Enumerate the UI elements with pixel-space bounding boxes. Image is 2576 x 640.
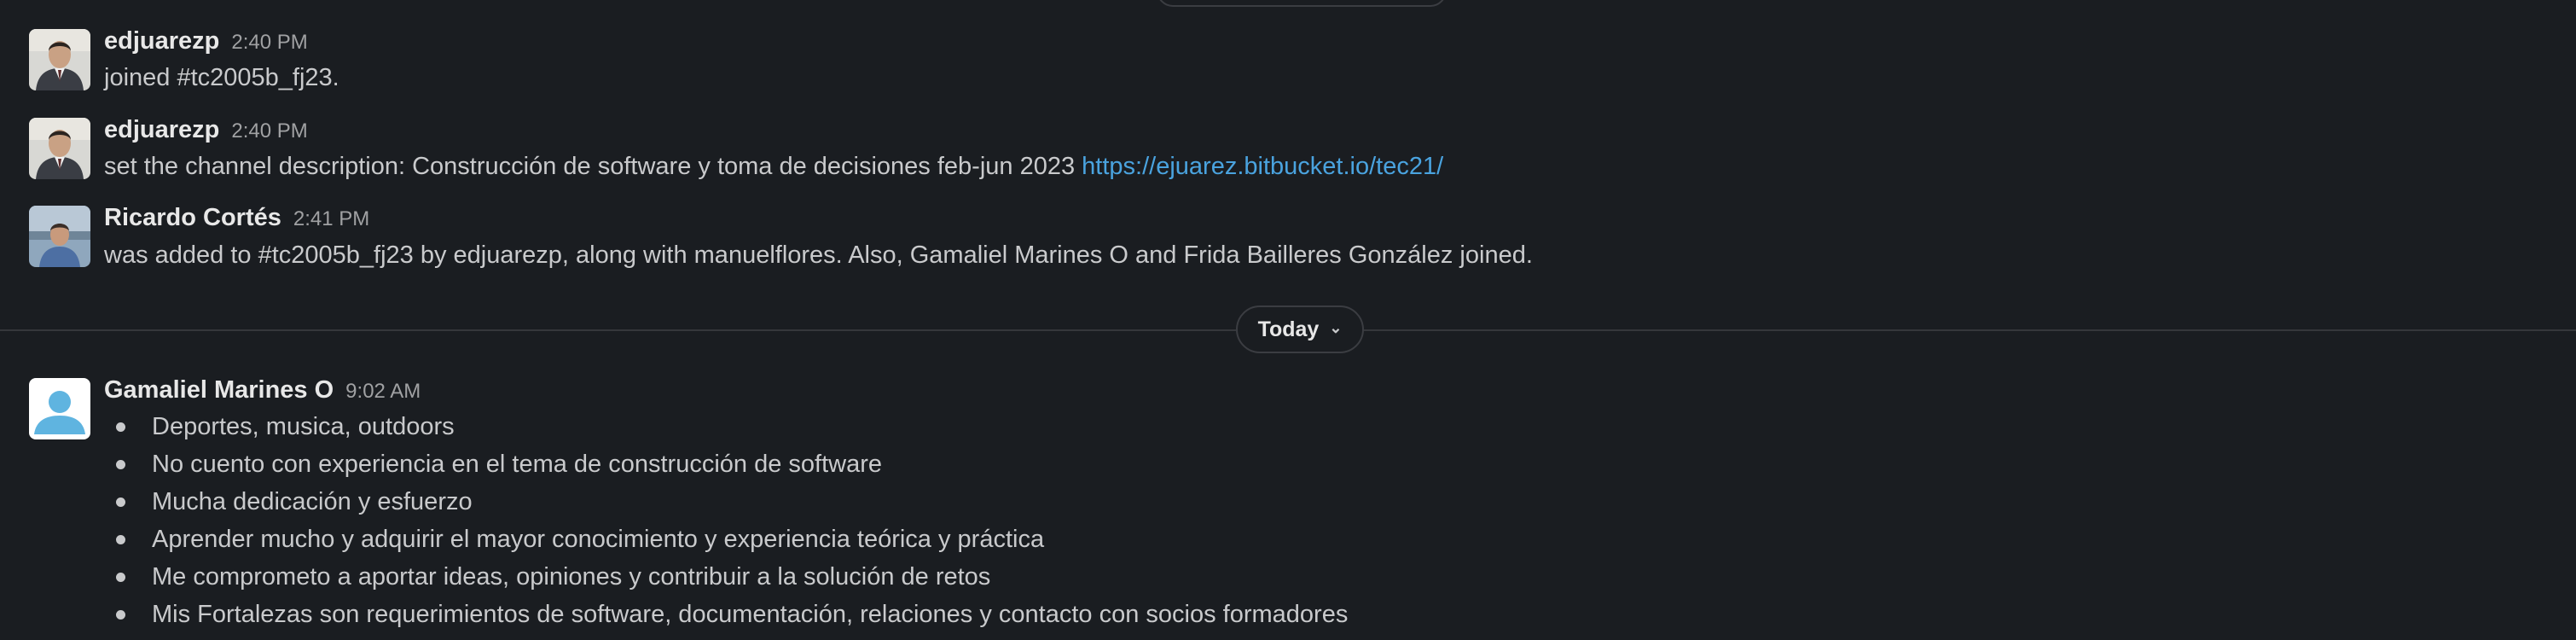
date-divider-button[interactable]: Today ⌄ — [1236, 305, 1364, 353]
list-item: Deportes, musica, outdoors — [104, 408, 1348, 445]
list-item: No cuento con experiencia en el tema de … — [104, 445, 1348, 483]
author-name[interactable]: edjuarezp — [104, 27, 219, 55]
bullet-list: Deportes, musica, outdoors No cuento con… — [104, 408, 1348, 633]
list-item-text: Deportes, musica, outdoors — [152, 413, 455, 440]
list-item-text: Aprender mucho y adquirir el mayor conoc… — [152, 526, 1045, 553]
message-header: Ricardo Cortés 2:41 PM — [104, 204, 369, 232]
date-divider-label: Today — [1257, 317, 1320, 341]
date-divider-pill-top[interactable] — [1157, 0, 1447, 7]
message-text: was added to #tc2005b_fj23 by edjuarezp,… — [104, 241, 1533, 269]
message-text: set the channel description: Construcció… — [104, 153, 1443, 181]
chevron-down-icon: ⌄ — [1329, 318, 1343, 336]
message-header: Gamaliel Marines O 9:02 AM — [104, 376, 421, 404]
bullet-dot-icon — [116, 535, 125, 544]
message-header: edjuarezp 2:40 PM — [104, 116, 308, 144]
avatar[interactable] — [29, 206, 90, 267]
list-item: Aprender mucho y adquirir el mayor conoc… — [104, 521, 1348, 558]
avatar[interactable] — [29, 29, 90, 90]
list-item-text: No cuento con experiencia en el tema de … — [152, 451, 882, 478]
avatar[interactable] — [29, 118, 90, 179]
message-header: edjuarezp 2:40 PM — [104, 27, 308, 55]
list-item-text: Mucha dedicación y esfuerzo — [152, 488, 473, 515]
timestamp[interactable]: 9:02 AM — [345, 380, 421, 403]
list-item: Me comprometo a aportar ideas, opiniones… — [104, 558, 1348, 596]
list-item-text: Me comprometo a aportar ideas, opiniones… — [152, 563, 991, 591]
timestamp[interactable]: 2:40 PM — [231, 119, 307, 143]
message-pane: edjuarezp 2:40 PM joined #tc2005b_fj23. e… — [0, 0, 2576, 640]
author-name[interactable]: Gamaliel Marines O — [104, 376, 334, 404]
author-name[interactable]: edjuarezp — [104, 116, 219, 143]
list-item: Mucha dedicación y esfuerzo — [104, 483, 1348, 521]
bullet-dot-icon — [116, 460, 125, 469]
timestamp[interactable]: 2:40 PM — [231, 31, 307, 54]
list-item-text: Mis Fortalezas son requerimientos de sof… — [152, 601, 1349, 628]
timestamp[interactable]: 2:41 PM — [293, 207, 369, 230]
message-text-content: set the channel description: Construcció… — [104, 153, 1082, 180]
bullet-dot-icon — [116, 610, 125, 620]
list-item: Mis Fortalezas son requerimientos de sof… — [104, 596, 1348, 633]
author-name[interactable]: Ricardo Cortés — [104, 204, 281, 231]
channel-description-link[interactable]: https://ejuarez.bitbucket.io/tec21/ — [1082, 153, 1443, 180]
avatar[interactable] — [29, 378, 90, 439]
bullet-dot-icon — [116, 573, 125, 582]
bullet-dot-icon — [116, 422, 125, 432]
bullet-dot-icon — [116, 497, 125, 507]
message-text: joined #tc2005b_fj23. — [104, 64, 339, 91]
